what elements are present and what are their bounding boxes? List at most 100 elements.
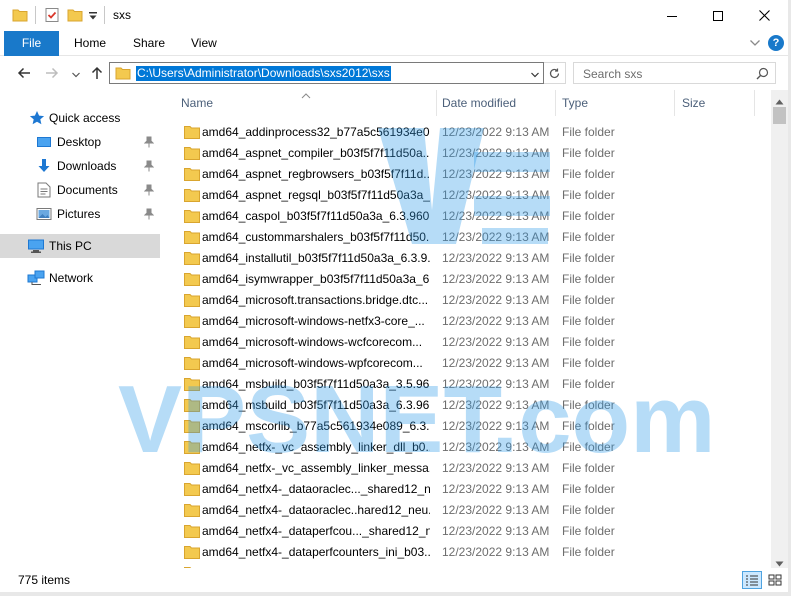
maximize-icon <box>713 10 723 21</box>
file-date: 12/23/2022 9:13 AM <box>442 188 550 202</box>
file-type: File folder <box>562 356 615 370</box>
pin-icon[interactable] <box>143 136 155 151</box>
file-type: File folder <box>562 272 615 286</box>
file-row[interactable]: amd64_custommarshalers_b03f5f7f11d50... 1… <box>175 227 771 248</box>
minimize-button[interactable] <box>649 0 695 31</box>
file-row[interactable]: amd64_addinprocess32_b77a5c561934e0... 12… <box>175 122 771 143</box>
search-box[interactable]: Search sxs <box>573 62 776 84</box>
file-row[interactable]: amd64_caspol_b03f5f7f11d50a3a_6.3.960...… <box>175 206 771 227</box>
search-input[interactable]: Search sxs <box>583 67 642 81</box>
scrollbar-thumb[interactable] <box>773 107 786 124</box>
vertical-scrollbar[interactable] <box>771 90 788 568</box>
search-icon[interactable] <box>756 67 769 83</box>
nav-this-pc[interactable]: This PC <box>0 234 160 258</box>
back-arrow-icon[interactable] <box>16 65 32 84</box>
nav-downloads[interactable]: Downloads <box>0 155 160 177</box>
file-row[interactable]: amd64_netfx4-_dataoraclec..hared12_neu..… <box>175 500 771 521</box>
file-row[interactable]: amd64_netfx4-_dataperfcou..._shared12_n.… <box>175 521 771 542</box>
file-name: amd64_aspnet_compiler_b03f5f7f11d50a... <box>202 146 430 160</box>
file-row[interactable]: amd64_netfx-_vc_assembly_linker_dll_b0..… <box>175 437 771 458</box>
pictures-icon <box>36 206 52 225</box>
folder-icon <box>184 314 200 331</box>
folder-icon <box>184 419 200 436</box>
tab-share[interactable]: Share <box>133 31 165 56</box>
address-history-dropdown-icon[interactable] <box>530 68 540 82</box>
file-name: amd64_caspol_b03f5f7f11d50a3a_6.3.960... <box>202 209 430 223</box>
up-arrow-icon[interactable] <box>89 65 105 84</box>
recent-locations-dropdown-icon[interactable] <box>71 68 81 82</box>
file-row[interactable]: amd64_isymwrapper_b03f5f7f11d50a3a_6... 1… <box>175 269 771 290</box>
title-bar: sxs <box>0 0 791 31</box>
file-row[interactable]: amd64_aspnet_compiler_b03f5f7f11d50a... 1… <box>175 143 771 164</box>
file-type: File folder <box>562 545 615 559</box>
folder-icon <box>184 167 200 184</box>
expand-ribbon-chevron-icon[interactable] <box>749 37 761 51</box>
forward-arrow-icon[interactable] <box>44 65 60 84</box>
folder-icon <box>184 125 200 142</box>
file-row[interactable]: amd64_installutil_b03f5f7f11d50a3a_6.3.9… <box>175 248 771 269</box>
nav-documents[interactable]: Documents <box>0 179 160 201</box>
file-row[interactable]: amd64_microsoft-windows-wcfcorecom... 12/… <box>175 332 771 353</box>
file-row[interactable]: amd64_aspnet_regsql_b03f5f7f11d50a3a_...… <box>175 185 771 206</box>
file-type: File folder <box>562 503 615 517</box>
nav-quick-access[interactable]: Quick access <box>0 107 160 129</box>
help-icon[interactable]: ? <box>768 35 784 51</box>
ribbon: File Home Share View ? <box>0 31 791 56</box>
file-name: amd64_microsoft-windows-wcfcorecom... <box>202 335 423 349</box>
column-header-date[interactable]: Date modified <box>442 96 516 110</box>
file-row[interactable]: amd64_microsoft-windows-wpfcorecom... 12/… <box>175 353 771 374</box>
column-divider[interactable] <box>754 90 755 116</box>
nav-label: Desktop <box>57 135 102 149</box>
file-date: 12/23/2022 9:13 AM <box>442 167 550 181</box>
pin-icon[interactable] <box>143 160 155 175</box>
file-type: File folder <box>562 524 615 538</box>
address-bar[interactable]: C:\Users\Administrator\Downloads\sxs2012… <box>109 62 544 84</box>
desktop-icon <box>36 134 52 153</box>
file-row[interactable]: amd64_microsoft.transactions.bridge.dtc.… <box>175 290 771 311</box>
file-row[interactable]: amd64_netfx4-_dataoraclec..._shared12_n.… <box>175 479 771 500</box>
folder-icon[interactable] <box>12 7 28 23</box>
column-divider[interactable] <box>555 90 556 116</box>
nav-pictures[interactable]: Pictures <box>0 203 160 225</box>
properties-icon[interactable] <box>44 7 60 23</box>
file-type: File folder <box>562 125 615 139</box>
tab-file[interactable]: File <box>4 31 59 56</box>
column-header-size[interactable]: Size <box>682 96 705 110</box>
file-date: 12/23/2022 9:13 AM <box>442 251 550 265</box>
tab-view[interactable]: View <box>191 31 217 56</box>
address-path[interactable]: C:\Users\Administrator\Downloads\sxs2012… <box>136 66 391 81</box>
tab-home[interactable]: Home <box>74 31 106 56</box>
large-icons-view-button[interactable] <box>765 571 785 589</box>
column-header-name[interactable]: Name <box>181 96 213 110</box>
file-date: 12/23/2022 9:13 AM <box>442 125 550 139</box>
column-divider[interactable] <box>674 90 675 116</box>
column-divider[interactable] <box>436 90 437 116</box>
file-type: File folder <box>562 440 615 454</box>
file-type: File folder <box>562 398 615 412</box>
maximize-button[interactable] <box>695 0 741 31</box>
file-date: 12/23/2022 9:13 AM <box>442 314 550 328</box>
file-row[interactable]: amd64_msbuild_b03f5f7f11d50a3a_6.3.96...… <box>175 395 771 416</box>
nav-label: Network <box>49 271 94 285</box>
file-type: File folder <box>562 251 615 265</box>
file-row[interactable]: amd64_netfx-_vc_assembly_linker_messa...… <box>175 458 771 479</box>
file-row[interactable]: amd64_microsoft-windows-netfx3-core_... 1… <box>175 311 771 332</box>
file-row[interactable]: amd64_netfx4-_dataperfcounters_ini_b03..… <box>175 542 771 563</box>
scroll-up-arrow-icon[interactable] <box>775 94 784 108</box>
customize-toolbar-dropdown-icon[interactable] <box>88 10 98 26</box>
pin-icon[interactable] <box>143 184 155 199</box>
column-header-type[interactable]: Type <box>562 96 588 110</box>
details-view-button[interactable] <box>742 571 762 589</box>
pin-icon[interactable] <box>143 208 155 223</box>
file-row[interactable]: amd64_mscorlib_b77a5c561934e089_6.3.... 1… <box>175 416 771 437</box>
close-button[interactable] <box>741 0 787 31</box>
file-name: amd64_isymwrapper_b03f5f7f11d50a3a_6... <box>202 272 430 286</box>
refresh-button[interactable] <box>544 62 566 84</box>
nav-label: Downloads <box>57 159 117 173</box>
sort-ascending-icon <box>301 90 311 102</box>
file-row[interactable]: amd64_msbuild_b03f5f7f11d50a3a_3.5.96...… <box>175 374 771 395</box>
file-row[interactable]: amd64_aspnet_regbrowsers_b03f5f7f11d... 1… <box>175 164 771 185</box>
nav-desktop[interactable]: Desktop <box>0 131 160 153</box>
new-folder-icon[interactable] <box>67 7 83 23</box>
nav-network[interactable]: Network <box>0 267 160 289</box>
